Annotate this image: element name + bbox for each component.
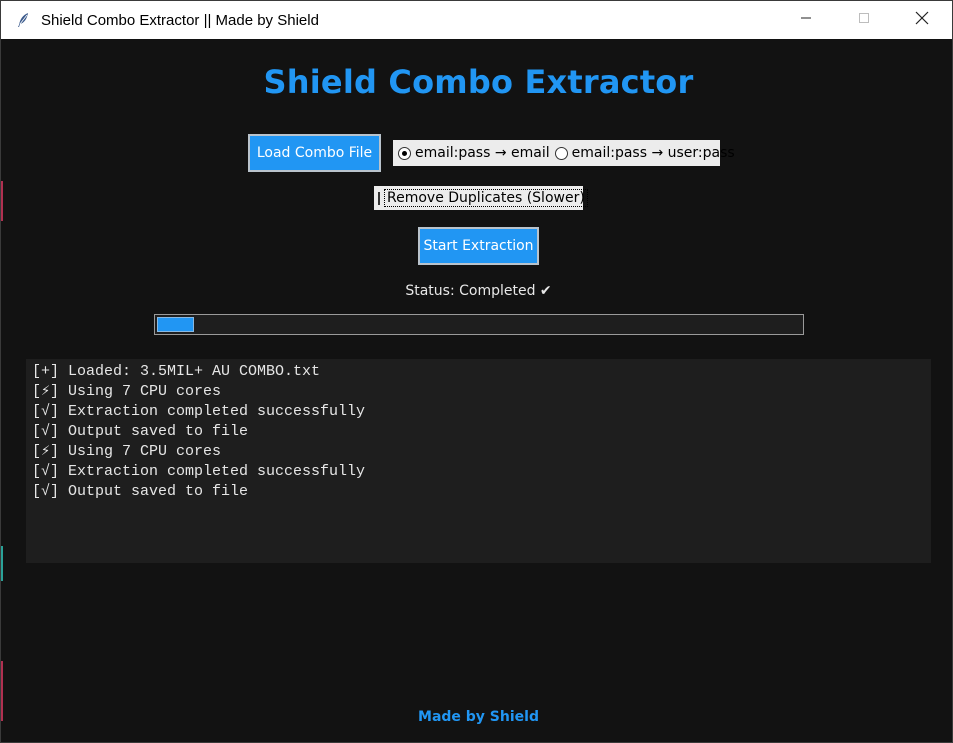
log-line: [⚡] Using 7 CPU cores — [32, 443, 222, 460]
load-combo-file-button[interactable]: Load Combo File — [248, 134, 381, 172]
radio-unselected-icon[interactable] — [554, 146, 568, 160]
status-label: Status: Completed ✔ — [405, 283, 552, 299]
progress-bar — [154, 314, 804, 335]
minimize-button[interactable] — [777, 1, 835, 39]
log-line: [√] Output saved to file — [32, 483, 249, 500]
app-window: Shield Combo Extractor || Made by Shield… — [0, 0, 953, 743]
main-panel: Shield Combo Extractor Load Combo File e… — [2, 39, 951, 742]
title-bar[interactable]: Shield Combo Extractor || Made by Shield — [1, 1, 952, 39]
radio-selected-icon[interactable] — [398, 146, 411, 160]
start-extraction-button[interactable]: Start Extraction — [418, 227, 539, 265]
footer-credit: Made by Shield — [418, 709, 539, 725]
mode-option-label: email:pass → email — [415, 145, 550, 161]
log-line: [√] Extraction completed successfully — [32, 463, 366, 480]
window-title: Shield Combo Extractor || Made by Shield — [41, 11, 319, 29]
log-console[interactable]: [+] Loaded: 3.5MIL+ AU COMBO.txt [⚡] Usin… — [26, 359, 931, 563]
mode-option-label: email:pass → user:pass — [571, 145, 735, 161]
log-line: [√] Output saved to file — [32, 423, 249, 440]
remove-duplicates-label: Remove Duplicates (Slower) — [384, 189, 588, 207]
log-line: [√] Extraction completed successfully — [32, 403, 366, 420]
mode-option-user-pass[interactable]: email:pass → user:pass — [550, 140, 735, 166]
extraction-mode-group: email:pass → email email:pass → user:pas… — [393, 140, 735, 166]
maximize-icon — [858, 11, 870, 29]
edge-accent-red — [1, 181, 3, 221]
progress-bar-fill — [157, 317, 194, 332]
edge-accent-red-lower — [1, 661, 3, 721]
close-button[interactable] — [893, 1, 951, 39]
log-line: [⚡] Using 7 CPU cores — [32, 383, 222, 400]
log-line: [+] Loaded: 3.5MIL+ AU COMBO.txt — [32, 363, 321, 380]
page-title: Shield Combo Extractor — [263, 63, 694, 101]
feather-icon — [15, 12, 31, 28]
checkbox-icon[interactable] — [378, 191, 380, 205]
maximize-button[interactable] — [835, 1, 893, 39]
remove-duplicates-checkbox[interactable]: Remove Duplicates (Slower) — [374, 186, 588, 210]
minimize-icon — [800, 11, 812, 29]
mode-option-email[interactable]: email:pass → email — [393, 140, 550, 166]
edge-accent-teal — [1, 546, 3, 581]
close-icon — [915, 11, 929, 30]
